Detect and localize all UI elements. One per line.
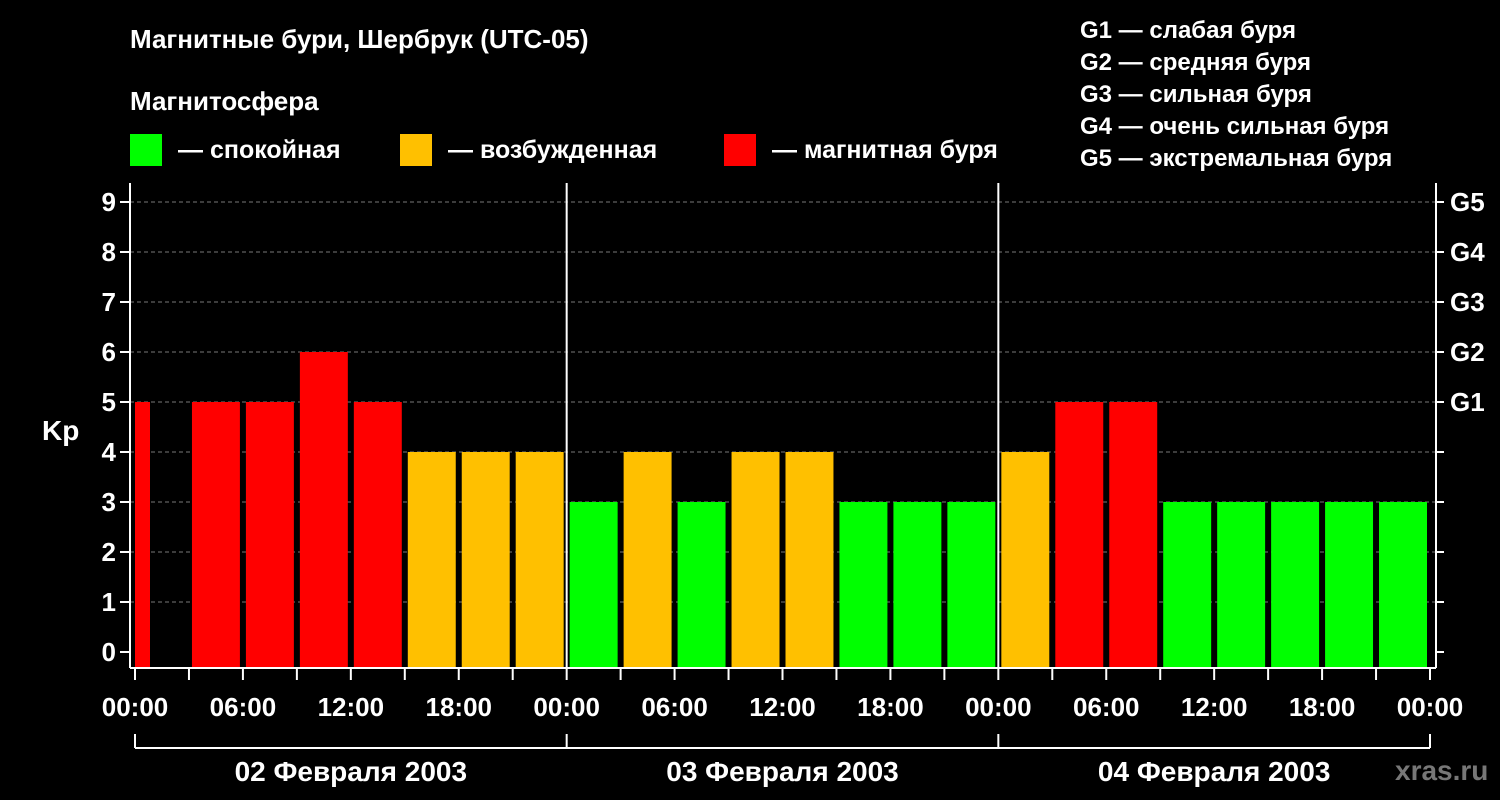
y-tick-label: 9 <box>102 187 116 217</box>
legend-swatch-storm <box>724 134 756 166</box>
x-tick-label: 00:00 <box>102 692 169 722</box>
legend-swatch-quiet <box>130 134 162 166</box>
x-tick-label: 06:00 <box>641 692 708 722</box>
legend-label-quiet: — спокойная <box>178 136 341 164</box>
y-tick-label: 4 <box>102 437 117 467</box>
day-label: 04 Февраля 2003 <box>1098 756 1330 787</box>
kp-bar <box>1001 452 1050 668</box>
g-legend-1: G1 — слабая буря <box>1080 17 1296 44</box>
x-tick-label: 12:00 <box>749 692 816 722</box>
kp-bar <box>677 502 726 668</box>
kp-bar <box>893 502 942 668</box>
kp-bar <box>1379 502 1427 668</box>
x-tick-label: 00:00 <box>1397 692 1464 722</box>
kp-bar <box>1109 402 1158 668</box>
x-tick-label: 00:00 <box>965 692 1032 722</box>
y-tick-label: 3 <box>102 487 116 517</box>
kp-bar <box>191 402 240 668</box>
x-tick-label: 12:00 <box>1181 692 1248 722</box>
g-legend-5: G5 — экстремальная буря <box>1080 145 1392 172</box>
legend-label-active: — возбужденная <box>448 136 657 164</box>
kp-bar <box>515 452 564 668</box>
y-tick-label: 5 <box>102 387 116 417</box>
kp-bar <box>947 502 996 668</box>
legend-label-storm: — магнитная буря <box>772 136 998 164</box>
kp-chart: Магнитные бури, Шербрук (UTC-05) Магнито… <box>42 17 1488 787</box>
kp-bar <box>839 502 888 668</box>
g-level-label: G1 <box>1450 387 1485 417</box>
kp-bar <box>1217 502 1266 668</box>
kp-bar <box>569 502 618 668</box>
y-axis-label: Kp <box>42 415 79 446</box>
y-tick-label: 0 <box>102 637 116 667</box>
x-tick-label: 06:00 <box>210 692 277 722</box>
kp-bar <box>623 452 672 668</box>
x-tick-label: 06:00 <box>1073 692 1140 722</box>
g-level-label: G4 <box>1450 237 1485 267</box>
g-level-label: G5 <box>1450 187 1485 217</box>
x-tick-label: 18:00 <box>1289 692 1356 722</box>
y-tick-label: 2 <box>102 537 116 567</box>
legend-title: Магнитосфера <box>130 86 319 116</box>
kp-bar <box>461 452 510 668</box>
legend-swatch-active <box>400 134 432 166</box>
kp-bar <box>1325 502 1374 668</box>
g-legend-4: G4 — очень сильная буря <box>1080 113 1389 140</box>
kp-bar <box>1271 502 1320 668</box>
day-label: 02 Февраля 2003 <box>235 756 467 787</box>
watermark: xras.ru <box>1395 755 1488 786</box>
day-label: 03 Февраля 2003 <box>666 756 898 787</box>
kp-bar <box>731 452 780 668</box>
y-tick-label: 7 <box>102 287 116 317</box>
kp-bar <box>135 402 150 668</box>
g-legend-2: G2 — средняя буря <box>1080 49 1311 76</box>
y-tick-label: 8 <box>102 237 116 267</box>
x-tick-label: 18:00 <box>426 692 493 722</box>
y-tick-label: 1 <box>102 587 116 617</box>
kp-bar <box>245 402 294 668</box>
x-tick-label: 18:00 <box>857 692 924 722</box>
kp-bar <box>785 452 834 668</box>
chart-title: Магнитные бури, Шербрук (UTC-05) <box>130 24 589 54</box>
kp-bar <box>407 452 456 668</box>
kp-bar <box>299 352 348 668</box>
x-tick-label: 00:00 <box>533 692 600 722</box>
y-tick-label: 6 <box>102 337 116 367</box>
g-level-label: G3 <box>1450 287 1485 317</box>
g-level-label: G2 <box>1450 337 1485 367</box>
kp-bar <box>1055 402 1104 668</box>
g-legend-3: G3 — сильная буря <box>1080 81 1312 108</box>
kp-bar <box>1163 502 1212 668</box>
kp-bar <box>353 402 402 668</box>
x-tick-label: 12:00 <box>318 692 385 722</box>
